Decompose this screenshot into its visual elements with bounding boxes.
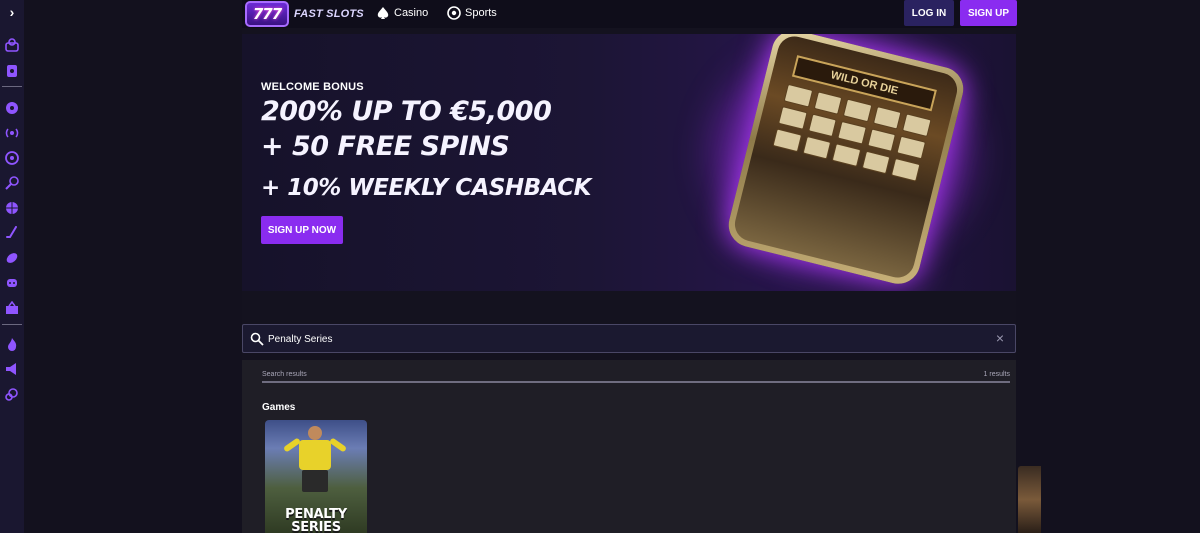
goalkeeper-art: [308, 426, 322, 440]
logo-badge: 777: [245, 0, 289, 27]
hot-icon[interactable]: [4, 336, 20, 352]
casino-chips-icon[interactable]: [4, 37, 20, 53]
nav-casino-label: Casino: [394, 7, 429, 19]
chevron-right-icon[interactable]: ›: [5, 4, 19, 20]
reel-symbol: [783, 83, 813, 108]
banner-headline-1: 200% UP TO €5,000: [261, 96, 552, 127]
clear-search-icon[interactable]: ×: [993, 331, 1007, 345]
results-count: 1 results: [983, 371, 1010, 378]
reel-symbol: [867, 128, 897, 152]
top-header: 777 FAST SLOTS Casino Sports LOG IN SIGN…: [242, 0, 1017, 28]
goalkeeper-art: [302, 470, 328, 492]
search-icon: [250, 332, 264, 346]
rail-divider: [2, 86, 22, 87]
reel-symbol: [802, 135, 832, 160]
game-card-penalty-series[interactable]: PENALTY SERIES: [265, 420, 367, 533]
reel-symbol: [896, 135, 927, 160]
results-header: Search results 1 results: [262, 371, 1010, 383]
page: › 777 FAST SLOTS Casino Sports LOG IN SI…: [0, 0, 1200, 533]
reel-symbol: [772, 128, 802, 153]
search-input[interactable]: [268, 329, 968, 349]
football-icon[interactable]: [4, 150, 20, 166]
nav-sports-label: Sports: [465, 7, 497, 19]
soccer-ball-icon: [447, 6, 461, 20]
reel-symbol: [843, 98, 873, 123]
hockey-icon[interactable]: [4, 225, 20, 241]
esports-icon[interactable]: [4, 275, 20, 291]
reel-symbol: [891, 158, 921, 182]
reel-symbol: [778, 106, 808, 130]
right-gutter: [1016, 0, 1200, 533]
reel-symbol: [872, 105, 902, 130]
search-bar: ×: [242, 324, 1016, 353]
search-results-panel: Search results 1 results Games PENALTY S…: [242, 360, 1016, 533]
promotions-icon[interactable]: [4, 361, 20, 377]
cards-icon[interactable]: [4, 63, 20, 79]
banner-eyebrow: WELCOME BONUS: [261, 81, 364, 93]
signup-button[interactable]: SIGN UP: [960, 0, 1017, 26]
virtual-sports-icon[interactable]: [4, 300, 20, 316]
live-icon[interactable]: [4, 125, 20, 141]
phone-screen: WILD OR DIE: [731, 34, 961, 282]
nav-casino[interactable]: Casino: [376, 4, 428, 22]
rail-divider: [2, 324, 22, 325]
reel-symbol: [807, 113, 837, 138]
reel-symbol: [813, 91, 843, 115]
game-card-title: PENALTY SERIES: [285, 507, 347, 533]
games-section-label: Games: [262, 402, 296, 413]
left-gutter: [24, 0, 242, 533]
sidebar-rail: ›: [0, 0, 24, 533]
partial-game-thumbnail[interactable]: [1018, 466, 1041, 533]
goalkeeper-art: [328, 437, 348, 453]
banner-headline-2: + 50 FREE SPINS: [261, 131, 510, 162]
logo-text: FAST SLOTS: [294, 7, 364, 20]
nav-sports[interactable]: Sports: [447, 4, 497, 22]
reel-symbol: [861, 150, 891, 175]
spade-icon: [377, 7, 389, 19]
reel-symbol: [837, 120, 867, 145]
tennis-icon[interactable]: [4, 175, 20, 191]
welcome-bonus-banner[interactable]: WELCOME BONUS 200% UP TO €5,000 + 50 FRE…: [242, 34, 1016, 291]
banner-headline-3: + 10% WEEKLY CASHBACK: [261, 175, 592, 201]
american-football-icon[interactable]: [4, 250, 20, 266]
reel-symbol: [902, 113, 932, 138]
soccer-icon[interactable]: [4, 100, 20, 116]
basketball-icon[interactable]: [4, 200, 20, 216]
goalkeeper-art: [299, 440, 331, 470]
signup-now-button[interactable]: SIGN UP NOW: [261, 216, 343, 244]
results-header-label: Search results: [262, 371, 307, 378]
vip-icon[interactable]: [4, 386, 20, 402]
site-logo[interactable]: 777 FAST SLOTS: [245, 0, 364, 27]
login-button[interactable]: LOG IN: [904, 0, 954, 26]
reel-symbol: [831, 143, 862, 167]
